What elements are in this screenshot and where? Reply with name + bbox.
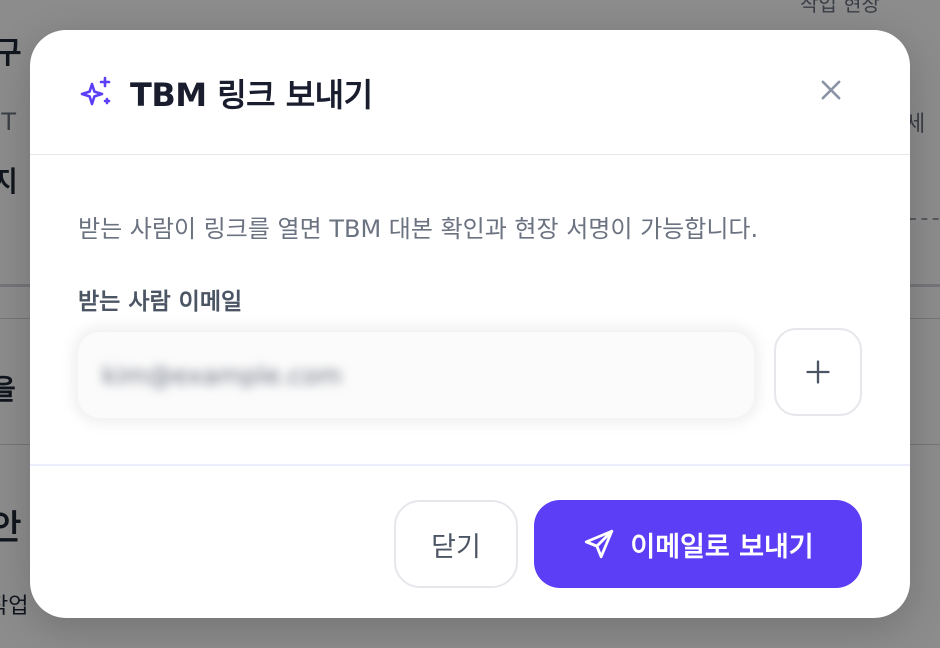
- dialog-header: TBM 링크 보내기: [30, 30, 910, 155]
- paper-plane-icon: [582, 527, 616, 561]
- cancel-button[interactable]: 닫기: [394, 500, 518, 588]
- recipient-email-input[interactable]: kim@example.com: [78, 332, 754, 418]
- dialog-description: 받는 사람이 링크를 열면 TBM 대본 확인과 현장 서명이 가능합니다.: [78, 215, 759, 243]
- email-field-label: 받는 사람 이메일: [78, 289, 243, 315]
- send-button-label: 이메일로 보내기: [630, 531, 814, 563]
- dialog-title: TBM 링크 보내기: [130, 76, 373, 114]
- email-value: kim@example.com: [102, 360, 342, 390]
- send-tbm-link-dialog: TBM 링크 보내기 받는 사람이 링크를 열면 TBM 대본 확인과 현장 서…: [30, 30, 910, 618]
- close-icon: [817, 76, 845, 104]
- plus-icon: [804, 358, 832, 386]
- dialog-footer: 닫기 이메일로 보내기: [30, 464, 910, 618]
- send-email-button[interactable]: 이메일로 보내기: [534, 500, 862, 588]
- close-button[interactable]: [813, 72, 849, 108]
- dialog-body: 받는 사람이 링크를 열면 TBM 대본 확인과 현장 서명이 가능합니다. 받…: [30, 156, 910, 465]
- sparkle-icon: [78, 75, 114, 111]
- add-recipient-button[interactable]: [774, 328, 862, 416]
